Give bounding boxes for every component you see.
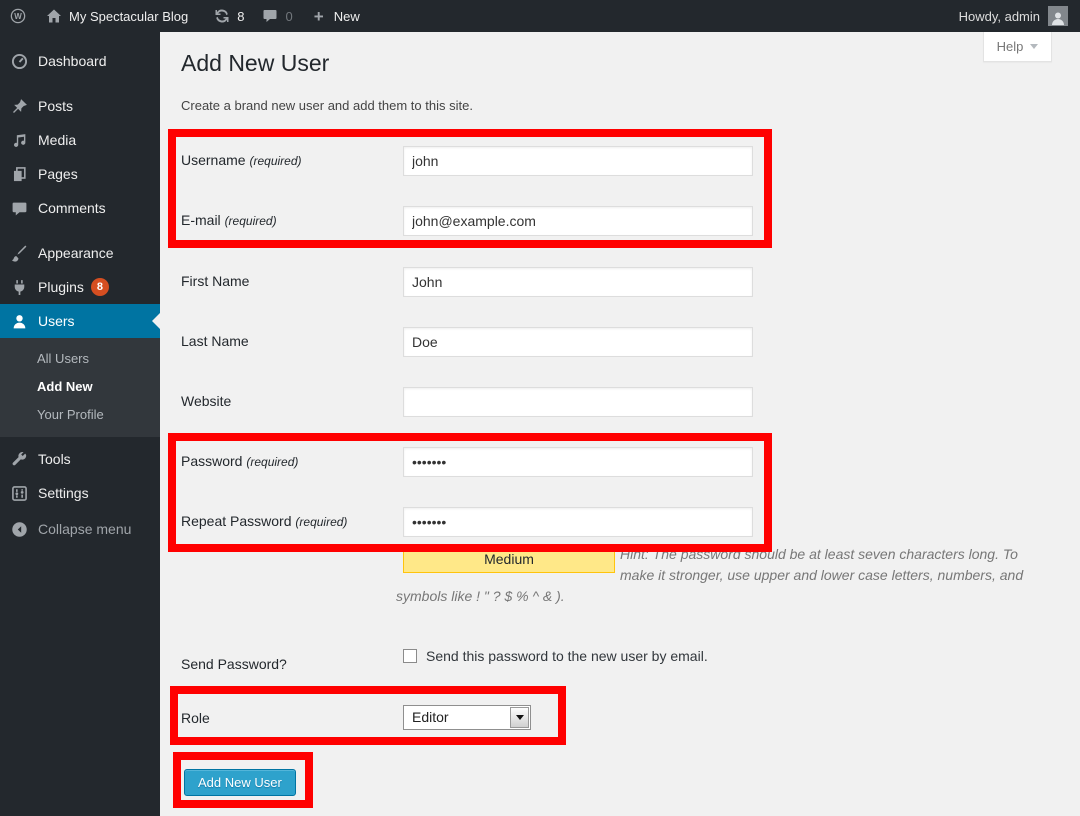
user-icon — [9, 311, 29, 331]
svg-text:W: W — [14, 12, 22, 21]
required-note: (required) — [295, 515, 347, 529]
collapse-menu-button[interactable]: Collapse menu — [0, 512, 160, 546]
page-title: Add New User — [181, 50, 329, 77]
admin-sidebar: Dashboard Posts Media Pages Comments App… — [0, 32, 160, 816]
comment-bubble-icon — [260, 6, 280, 26]
sidebar-item-label: Comments — [38, 200, 106, 216]
username-label: Username (required) — [181, 152, 302, 168]
update-count: 8 — [237, 9, 244, 24]
sidebar-item-label: Tools — [38, 451, 71, 467]
send-password-row: Send this password to the new user by em… — [403, 648, 708, 664]
password-input[interactable] — [403, 447, 753, 477]
sidebar-separator — [0, 225, 160, 236]
sidebar-item-label: Plugins — [38, 279, 84, 295]
plug-icon — [9, 277, 29, 297]
required-note: (required) — [225, 214, 277, 228]
chevron-down-icon — [1030, 44, 1038, 53]
account-menu[interactable]: Howdy, admin — [959, 6, 1080, 26]
help-label: Help — [997, 39, 1024, 54]
users-submenu: All Users Add New Your Profile — [0, 338, 160, 437]
repeat-password-input[interactable] — [403, 507, 753, 537]
sidebar-item-label: Pages — [38, 166, 78, 182]
wordpress-logo-icon: W — [8, 6, 28, 26]
sidebar-item-dashboard[interactable]: Dashboard — [0, 44, 160, 78]
sliders-icon — [9, 483, 29, 503]
howdy-text: Howdy, admin — [959, 9, 1040, 24]
comments-indicator[interactable]: 0 — [252, 0, 300, 32]
pushpin-icon — [9, 96, 29, 116]
pages-icon — [9, 164, 29, 184]
username-input[interactable] — [403, 146, 753, 176]
chevron-down-icon — [516, 715, 524, 724]
last-name-input[interactable] — [403, 327, 753, 357]
send-password-label: Send Password? — [181, 656, 287, 672]
password-hint-block: Medium Hint: The password should be at l… — [396, 544, 1036, 607]
sidebar-item-plugins[interactable]: Plugins 8 — [0, 270, 160, 304]
sidebar-item-appearance[interactable]: Appearance — [0, 236, 160, 270]
admin-bar: W My Spectacular Blog 8 0 + New Howdy, a… — [0, 0, 1080, 32]
wordpress-menu[interactable]: W — [0, 0, 36, 32]
sidebar-item-pages[interactable]: Pages — [0, 157, 160, 191]
first-name-input[interactable] — [403, 267, 753, 297]
wrench-icon — [9, 449, 29, 469]
sidebar-item-tools[interactable]: Tools — [0, 442, 160, 476]
collapse-arrow-icon — [9, 519, 29, 539]
sidebar-item-label: Posts — [38, 98, 73, 114]
role-label: Role — [181, 710, 210, 726]
submenu-item-add-new[interactable]: Add New — [0, 373, 160, 401]
send-password-checkbox-label: Send this password to the new user by em… — [426, 648, 708, 664]
help-button[interactable]: Help — [983, 32, 1052, 62]
password-strength-indicator: Medium — [403, 546, 615, 573]
sidebar-item-users[interactable]: Users — [0, 304, 160, 338]
sidebar-item-label: Dashboard — [38, 53, 107, 69]
current-menu-arrow — [144, 313, 160, 329]
home-icon — [44, 6, 64, 26]
updates-icon — [212, 6, 232, 26]
paintbrush-icon — [9, 243, 29, 263]
website-label: Website — [181, 393, 231, 409]
site-link[interactable]: My Spectacular Blog — [36, 0, 196, 32]
submenu-item-all-users[interactable]: All Users — [0, 345, 160, 373]
submenu-item-your-profile[interactable]: Your Profile — [0, 401, 160, 429]
sidebar-item-label: Appearance — [38, 245, 114, 261]
comment-bubble-icon — [9, 198, 29, 218]
first-name-label: First Name — [181, 273, 249, 289]
required-note: (required) — [249, 154, 301, 168]
password-label: Password (required) — [181, 453, 298, 469]
comment-count: 0 — [285, 9, 292, 24]
send-password-checkbox[interactable] — [403, 649, 417, 663]
role-select[interactable]: Editor — [403, 705, 531, 730]
email-label: E-mail (required) — [181, 212, 277, 228]
repeat-password-label: Repeat Password (required) — [181, 513, 347, 529]
add-new-user-button[interactable]: Add New User — [184, 769, 296, 796]
sidebar-item-label: Media — [38, 132, 76, 148]
new-label: New — [334, 9, 360, 24]
sidebar-item-media[interactable]: Media — [0, 123, 160, 157]
plugin-update-badge: 8 — [91, 278, 109, 296]
new-content-button[interactable]: + New — [301, 0, 368, 32]
select-dropdown-button[interactable] — [510, 707, 529, 728]
sidebar-item-comments[interactable]: Comments — [0, 191, 160, 225]
avatar — [1048, 6, 1068, 26]
media-icon — [9, 130, 29, 150]
sidebar-separator — [0, 78, 160, 89]
sidebar-item-label: Collapse menu — [38, 521, 131, 537]
website-input[interactable] — [403, 387, 753, 417]
last-name-label: Last Name — [181, 333, 249, 349]
site-name: My Spectacular Blog — [69, 9, 188, 24]
main-content: Help Add New User Create a brand new use… — [160, 32, 1080, 816]
role-selected-value: Editor — [412, 709, 449, 725]
sidebar-item-posts[interactable]: Posts — [0, 89, 160, 123]
page-description: Create a brand new user and add them to … — [181, 98, 473, 113]
sidebar-item-settings[interactable]: Settings — [0, 476, 160, 510]
updates-indicator[interactable]: 8 — [204, 0, 252, 32]
dashboard-icon — [9, 51, 29, 71]
required-note: (required) — [246, 455, 298, 469]
email-input[interactable] — [403, 206, 753, 236]
sidebar-item-label: Users — [38, 313, 75, 329]
sidebar-item-label: Settings — [38, 485, 89, 501]
plus-icon: + — [309, 6, 329, 26]
